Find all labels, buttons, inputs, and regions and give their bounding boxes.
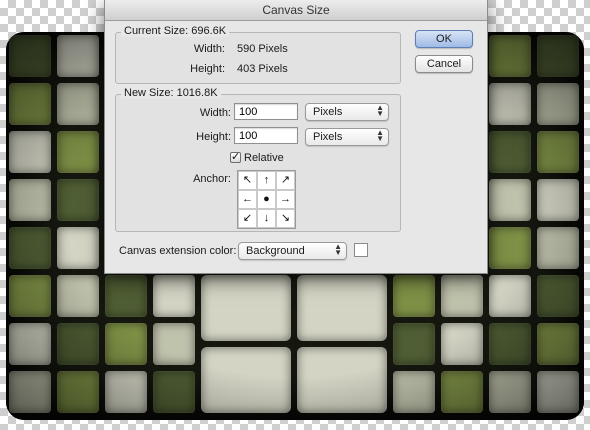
extension-color-label: Canvas extension color: — [119, 245, 237, 257]
wall-tile — [489, 227, 531, 269]
wall-tile — [9, 35, 51, 77]
wall-tile — [9, 323, 51, 365]
updown-chevron-icon: ▲ ▼ — [376, 103, 384, 118]
wall-tile — [9, 275, 51, 317]
wall-tile — [57, 83, 99, 125]
current-height-label: Height: — [190, 63, 225, 75]
wall-tile — [57, 323, 99, 365]
wall-tile — [9, 371, 51, 413]
cancel-button[interactable]: Cancel — [415, 55, 473, 73]
wall-tile — [489, 131, 531, 173]
wall-tile — [57, 179, 99, 221]
wall-tile — [537, 227, 579, 269]
wall-tile — [153, 323, 195, 365]
new-width-label: Width: — [199, 107, 231, 119]
wall-tile — [9, 83, 51, 125]
wall-tile — [153, 275, 195, 317]
anchor-cell-center[interactable]: ● — [257, 190, 276, 209]
wall-tile — [57, 275, 99, 317]
wall-tile — [489, 83, 531, 125]
relative-checkbox[interactable]: ✓ — [230, 151, 241, 163]
wall-tile — [537, 179, 579, 221]
wall-tile — [105, 275, 147, 317]
current-width-label: Width: — [193, 43, 225, 55]
width-unit-select[interactable]: Pixels ▲ ▼ — [305, 103, 389, 121]
wall-tile — [441, 275, 483, 317]
anchor-cell-w[interactable]: ← — [238, 190, 257, 209]
wall-tile — [537, 83, 579, 125]
new-size-legend: New Size: 1016.8K — [121, 87, 221, 99]
wall-tile — [441, 323, 483, 365]
wall-tile — [57, 371, 99, 413]
canvas-size-dialog: Canvas Size Current Size: 696.6K Width: … — [104, 0, 488, 274]
wall-tile — [489, 371, 531, 413]
wall-tile — [393, 275, 435, 317]
anchor-cell-e[interactable]: → — [276, 190, 295, 209]
updown-chevron-icon: ▲ ▼ — [376, 128, 384, 143]
wall-tile — [57, 227, 99, 269]
height-unit-value: Pixels — [313, 131, 343, 143]
wall-tile — [393, 323, 435, 365]
wall-tile — [537, 323, 579, 365]
checkmark-icon: ✓ — [231, 151, 241, 163]
height-field[interactable] — [234, 127, 298, 144]
wall-tile — [153, 371, 195, 413]
anchor-cell-se[interactable]: ↘ — [276, 209, 295, 228]
wall-tile — [441, 371, 483, 413]
wall-tile — [537, 35, 579, 77]
wall-tile — [9, 131, 51, 173]
wall-tile-large — [297, 275, 387, 341]
current-size-group — [115, 32, 401, 84]
height-unit-select[interactable]: Pixels ▲ ▼ — [305, 128, 389, 146]
current-size-legend: Current Size: 696.6K — [121, 25, 230, 37]
wall-tile — [57, 131, 99, 173]
anchor-cell-s[interactable]: ↓ — [257, 209, 276, 228]
relative-label[interactable]: Relative — [244, 152, 284, 164]
anchor-cell-n[interactable]: ↑ — [257, 171, 276, 190]
ok-button[interactable]: OK — [415, 30, 473, 48]
extension-color-swatch[interactable] — [354, 243, 368, 257]
wall-tile — [489, 35, 531, 77]
wall-tile — [9, 227, 51, 269]
wall-tile — [537, 275, 579, 317]
current-width-value: 590 Pixels — [237, 43, 288, 55]
extension-color-select[interactable]: Background ▲ ▼ — [238, 242, 347, 260]
wall-tile — [489, 275, 531, 317]
wall-tile-large — [201, 347, 291, 413]
width-field[interactable] — [234, 103, 298, 120]
anchor-grid: ↖ ↑ ↗ ← ● → ↙ ↓ ↘ — [237, 170, 296, 229]
wall-tile — [9, 179, 51, 221]
wall-tile — [537, 131, 579, 173]
wall-tile — [393, 371, 435, 413]
anchor-cell-ne[interactable]: ↗ — [276, 171, 295, 190]
width-unit-value: Pixels — [313, 106, 343, 118]
anchor-cell-sw[interactable]: ↙ — [238, 209, 257, 228]
anchor-cell-nw[interactable]: ↖ — [238, 171, 257, 190]
extension-color-value: Background — [246, 245, 305, 257]
wall-tile-large — [297, 347, 387, 413]
dialog-title: Canvas Size — [105, 0, 487, 21]
wall-tile — [105, 323, 147, 365]
anchor-label: Anchor: — [193, 173, 231, 185]
wall-tile — [489, 179, 531, 221]
wall-tile — [57, 35, 99, 77]
wall-tile — [537, 371, 579, 413]
current-height-value: 403 Pixels — [237, 63, 288, 75]
wall-tile — [489, 323, 531, 365]
wall-tile — [105, 371, 147, 413]
wall-tile-large — [201, 275, 291, 341]
new-height-label: Height: — [196, 131, 231, 143]
updown-chevron-icon: ▲ ▼ — [334, 242, 342, 257]
